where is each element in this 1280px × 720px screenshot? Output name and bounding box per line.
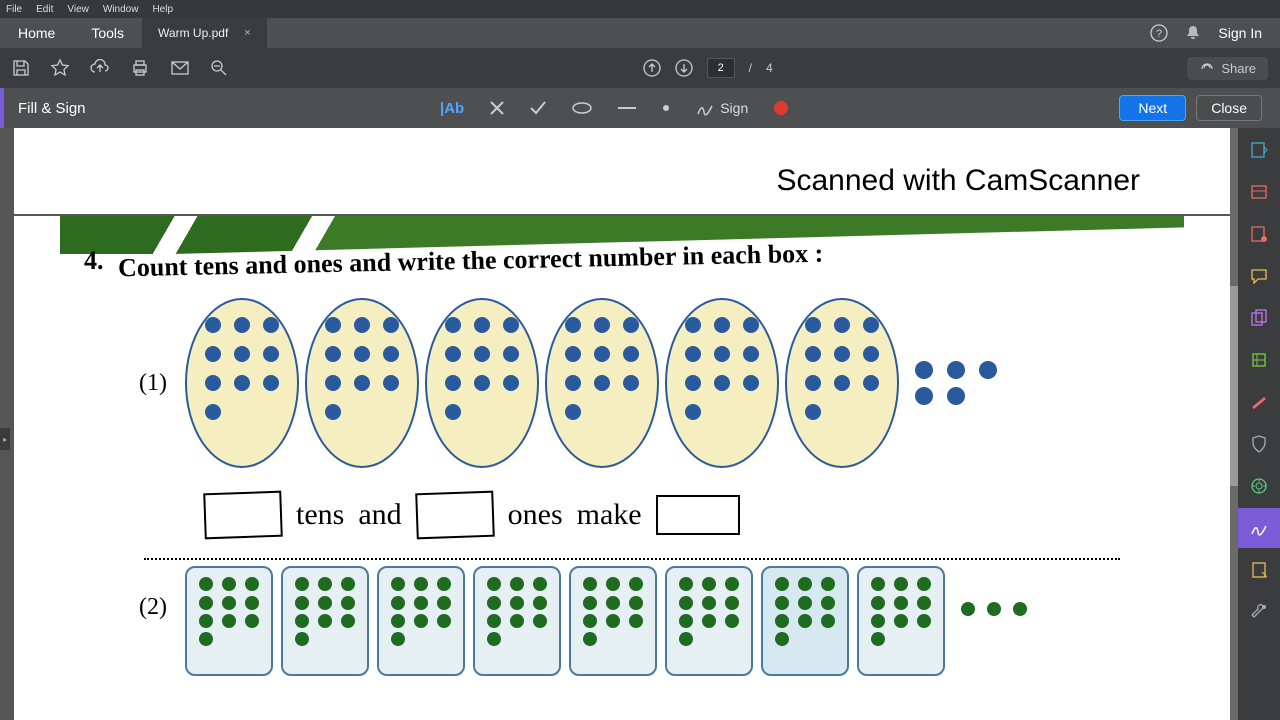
right-tools-panel [1238,128,1280,720]
svg-text:?: ? [1156,28,1162,40]
sign-tool[interactable]: Sign [696,100,748,116]
ten-card [473,566,561,676]
page-up-icon[interactable] [643,59,661,77]
cross-tool-icon[interactable] [490,101,504,115]
menu-file[interactable]: File [6,4,22,15]
menu-window[interactable]: Window [103,4,139,15]
next-button[interactable]: Next [1119,95,1186,121]
print-icon[interactable] [130,59,150,77]
ten-group [185,298,299,468]
menu-bar: File Edit View Window Help [0,0,1280,18]
main-area: ▸ Scanned with CamScanner 4. Count tens … [0,128,1280,720]
problem-2-row: (2) [139,566,1180,676]
question-number: 4. [84,246,104,275]
export-pdf-icon[interactable] [1249,140,1269,160]
fillsign-toolbar: Fill & Sign |Ab Sign Next Close [0,88,1280,128]
make-label: make [577,498,642,532]
more-tools-icon[interactable] [1249,602,1269,622]
oval-tool-icon[interactable] [572,102,592,114]
document-viewport[interactable]: ▸ Scanned with CamScanner 4. Count tens … [0,128,1238,720]
help-icon[interactable]: ? [1150,24,1168,42]
organize-icon[interactable] [1249,350,1269,370]
total-answer-box[interactable] [656,495,740,535]
ones-dots [915,361,1005,405]
subproblem-2-label: (2) [139,594,167,621]
tens-answer-box[interactable] [203,491,283,540]
bell-icon[interactable] [1184,24,1202,42]
star-icon[interactable] [50,58,70,78]
sign-in-link[interactable]: Sign In [1218,25,1262,41]
active-strip [0,88,4,128]
page-total: 4 [766,61,773,75]
ten-card [761,566,849,676]
line-tool-icon[interactable] [618,106,636,110]
tab-document[interactable]: Warm Up.pdf × [142,18,267,48]
problem-1-row: (1) [139,298,1180,468]
save-icon[interactable] [12,59,30,77]
dot-tool-icon[interactable] [662,104,670,112]
zoom-out-icon[interactable] [210,59,228,77]
page-number-input[interactable] [707,58,735,78]
page-sep: / [749,61,752,75]
ten-group [665,298,779,468]
answer-row-1: tens and ones make [204,492,1180,538]
comment-icon[interactable] [1249,266,1269,286]
share-label: Share [1221,61,1256,76]
close-button[interactable]: Close [1196,95,1262,121]
ten-card [377,566,465,676]
page-nav: / 4 [643,58,773,78]
menu-help[interactable]: Help [152,4,173,15]
ten-group [785,298,899,468]
menu-edit[interactable]: Edit [36,4,53,15]
vertical-scrollbar-thumb[interactable] [1230,286,1238,486]
divider [144,558,1120,560]
left-pane-toggle[interactable]: ▸ [0,428,10,450]
fillsign-title: Fill & Sign [18,100,86,117]
cloud-upload-icon[interactable] [90,59,110,77]
compress-icon[interactable] [1249,476,1269,496]
protect-icon[interactable] [1249,434,1269,454]
watermark-text: Scanned with CamScanner [776,164,1140,198]
page-content: 4. Count tens and ones and write the cor… [84,246,1180,720]
color-dot-icon[interactable] [774,101,788,115]
question-text: Count tens and ones and write the correc… [117,239,823,284]
page-current: 4. Count tens and ones and write the cor… [14,216,1230,720]
create-pdf-icon[interactable] [1249,182,1269,202]
subproblem-1-label: (1) [139,370,167,397]
send-icon[interactable] [1249,560,1269,580]
main-toolbar: / 4 Share [0,48,1280,88]
ten-group [425,298,539,468]
fillsign-panel-icon[interactable] [1238,508,1280,548]
check-tool-icon[interactable] [530,101,546,115]
ten-card [857,566,945,676]
ten-card [665,566,753,676]
ones-answer-box[interactable] [415,491,495,540]
ones-dots-2 [961,602,1027,616]
tens-label: tens [296,498,344,532]
text-tool-icon[interactable]: |Ab [440,100,464,117]
combine-icon[interactable] [1249,308,1269,328]
and-label: and [358,498,401,532]
tab-bar: Home Tools Warm Up.pdf × ? Sign In [0,18,1280,48]
share-button[interactable]: Share [1187,57,1268,80]
ten-group [545,298,659,468]
ten-card [569,566,657,676]
page-prev-slice: Scanned with CamScanner [14,128,1230,214]
mail-icon[interactable] [170,60,190,76]
tab-home[interactable]: Home [0,18,73,48]
redact-icon[interactable] [1249,392,1269,412]
ten-card [185,566,273,676]
sign-label: Sign [720,100,748,116]
menu-view[interactable]: View [67,4,89,15]
page-down-icon[interactable] [675,59,693,77]
edit-pdf-icon[interactable] [1249,224,1269,244]
ones-label: ones [508,498,563,532]
tab-tools[interactable]: Tools [73,18,142,48]
tab-doc-label: Warm Up.pdf [158,26,228,40]
ten-group [305,298,419,468]
tab-close-icon[interactable]: × [244,27,250,39]
ten-card [281,566,369,676]
